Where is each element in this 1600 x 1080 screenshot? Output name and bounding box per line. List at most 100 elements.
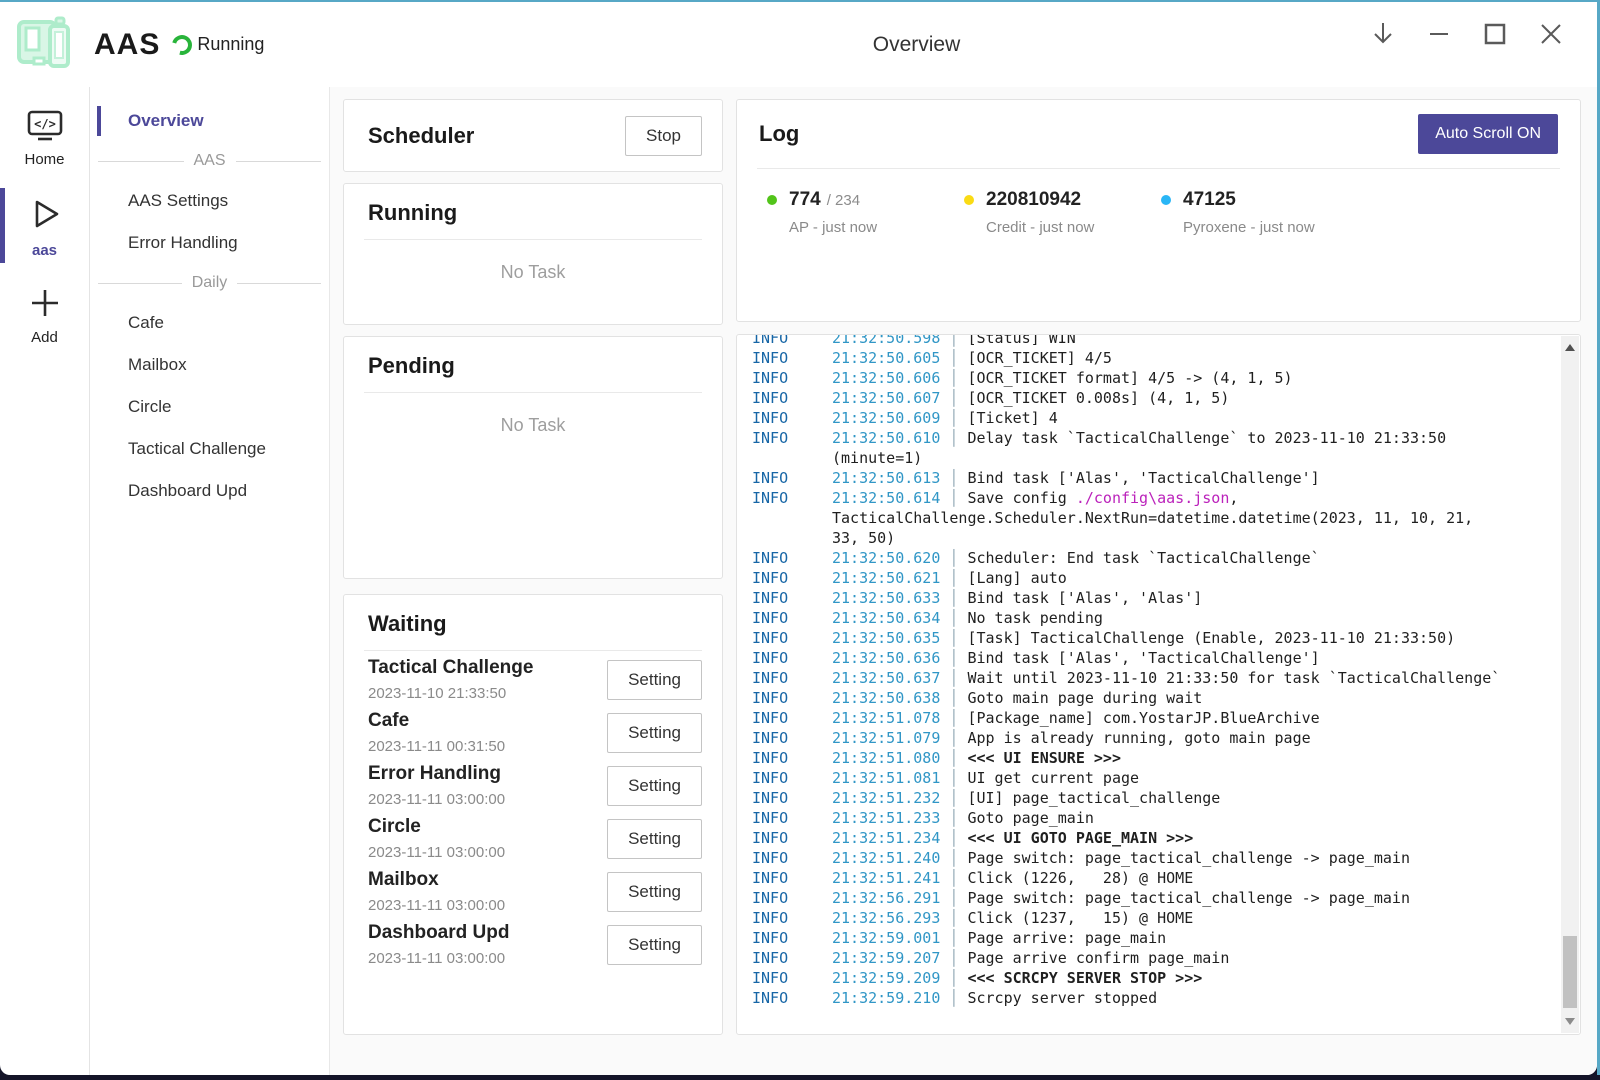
log-timestamp: 21:32:56.291	[832, 889, 940, 907]
rail-item-home[interactable]: </>Home	[0, 99, 89, 176]
sidebar-item-overview[interactable]: Overview	[90, 100, 329, 142]
log-message: 21:32:56.293 │ Click (1237, 15) @ HOME	[832, 908, 1508, 928]
log-text: Bind task ['Alas', 'Alas']	[967, 589, 1202, 607]
log-entry: INFO21:32:50.637 │ Wait until 2023-11-10…	[752, 668, 1508, 688]
log-separator: │	[940, 569, 967, 587]
log-timestamp: 21:32:50.635	[832, 629, 940, 647]
sidebar-item-error-handling[interactable]: Error Handling	[90, 222, 329, 264]
rail-item-add[interactable]: Add	[0, 275, 89, 354]
log-entry: INFO21:32:50.635 │ [Task] TacticalChalle…	[752, 628, 1508, 648]
sidebar-item-mailbox[interactable]: Mailbox	[90, 344, 329, 386]
log-message: 21:32:51.232 │ [UI] page_tactical_challe…	[832, 788, 1508, 808]
log-entry: INFO21:32:50.621 │ [Lang] auto	[752, 568, 1508, 588]
sidebar-item-circle[interactable]: Circle	[90, 386, 329, 428]
log-title: Log	[759, 121, 799, 147]
log-separator: │	[940, 335, 967, 347]
scrollbar-thumb[interactable]	[1563, 936, 1577, 1008]
setting-button[interactable]: Setting	[607, 925, 702, 965]
log-entry: INFO21:32:51.233 │ Goto page_main	[752, 808, 1508, 828]
scrollbar-up-icon[interactable]	[1565, 344, 1575, 351]
stat-value: 47125	[1183, 189, 1236, 211]
waiting-task-row: Circle2023-11-11 03:00:00 Setting	[368, 816, 702, 861]
log-level: INFO	[752, 708, 832, 728]
waiting-task-name: Tactical Challenge	[368, 657, 533, 679]
log-output[interactable]: INFO21:32:50.598 │ [Status] WININFO21:32…	[736, 334, 1581, 1035]
log-timestamp: 21:32:50.607	[832, 389, 940, 407]
log-level: INFO	[752, 548, 832, 568]
log-timestamp: 21:32:51.240	[832, 849, 940, 867]
log-entry: INFO21:32:50.614 │ Save config ./config\…	[752, 488, 1508, 548]
log-message: 21:32:51.078 │ [Package_name] com.Yostar…	[832, 708, 1508, 728]
log-message: 21:32:50.638 │ Goto main page during wai…	[832, 688, 1508, 708]
log-text: Bind task ['Alas', 'TacticalChallenge']	[967, 469, 1319, 487]
log-entry: INFO21:32:50.598 │ [Status] WIN	[752, 335, 1508, 348]
log-level: INFO	[752, 828, 832, 848]
log-timestamp: 21:32:59.210	[832, 989, 940, 1007]
setting-button[interactable]: Setting	[607, 766, 702, 806]
stat-value: 220810942	[986, 189, 1081, 211]
close-icon[interactable]	[1535, 18, 1567, 50]
log-timestamp: 21:32:51.241	[832, 869, 940, 887]
log-text: <<< UI GOTO PAGE_MAIN >>>	[967, 829, 1193, 847]
sidebar-item-aas-settings[interactable]: AAS Settings	[90, 180, 329, 222]
log-message: 21:32:51.240 │ Page switch: page_tactica…	[832, 848, 1508, 868]
log-level: INFO	[752, 728, 832, 748]
main-content: Scheduler Stop Running No Task Pending N…	[330, 87, 1597, 1075]
waiting-task-row: Dashboard Upd2023-11-11 03:00:00Setting	[368, 922, 702, 967]
log-message: 21:32:50.636 │ Bind task ['Alas', 'Tacti…	[832, 648, 1508, 668]
stat-suffix: / 234	[827, 192, 860, 209]
sidebar-item-tactical-challenge[interactable]: Tactical Challenge	[90, 428, 329, 470]
log-text: Scheduler: End task `TacticalChallenge`	[967, 549, 1319, 567]
sidebar-item-dashboard-upd[interactable]: Dashboard Upd	[90, 470, 329, 512]
maximize-icon[interactable]	[1479, 18, 1511, 50]
log-timestamp: 21:32:50.638	[832, 689, 940, 707]
sidebar-item-cafe[interactable]: Cafe	[90, 302, 329, 344]
log-separator: │	[940, 409, 967, 427]
log-entry: INFO21:32:59.210 │ Scrcpy server stopped	[752, 988, 1508, 1008]
log-timestamp: 21:32:50.636	[832, 649, 940, 667]
running-card: Running No Task	[343, 183, 723, 325]
stat-dot-icon	[1161, 195, 1171, 205]
waiting-task-info: Circle2023-11-11 03:00:00	[368, 816, 505, 861]
log-timestamp: 21:32:50.609	[832, 409, 940, 427]
setting-button[interactable]: Setting	[607, 819, 702, 859]
log-separator: │	[940, 769, 967, 787]
log-entry: INFO21:32:50.610 │ Delay task `TacticalC…	[752, 428, 1508, 468]
log-message: 21:32:50.620 │ Scheduler: End task `Tact…	[832, 548, 1508, 568]
update-arrow-icon[interactable]	[1367, 18, 1399, 50]
scrollbar-down-icon[interactable]	[1565, 1018, 1575, 1025]
icon-rail: </>Home aas Add	[0, 87, 90, 1075]
setting-button[interactable]: Setting	[607, 713, 702, 753]
auto-scroll-button[interactable]: Auto Scroll ON	[1418, 114, 1558, 154]
waiting-card: Waiting Tactical Challenge2023-11-10 21:…	[343, 594, 723, 1035]
log-separator: │	[940, 669, 967, 687]
stop-button[interactable]: Stop	[625, 116, 702, 156]
setting-button[interactable]: Setting	[607, 660, 702, 700]
log-timestamp: 21:32:50.614	[832, 489, 940, 507]
log-separator: │	[940, 389, 967, 407]
play-icon	[25, 194, 65, 239]
log-level: INFO	[752, 768, 832, 788]
log-level: INFO	[752, 668, 832, 688]
log-separator: │	[940, 909, 967, 927]
setting-button[interactable]: Setting	[607, 872, 702, 912]
app-name: AAS	[94, 28, 160, 62]
waiting-task-info: Cafe2023-11-11 00:31:50	[368, 710, 505, 755]
log-message: 21:32:50.633 │ Bind task ['Alas', 'Alas'…	[832, 588, 1508, 608]
minimize-icon[interactable]	[1423, 18, 1455, 50]
running-title: Running	[368, 200, 457, 225]
rail-item-aas[interactable]: aas	[0, 184, 89, 267]
log-entry: INFO21:32:51.234 │ <<< UI GOTO PAGE_MAIN…	[752, 828, 1508, 848]
running-spinner-icon	[169, 31, 196, 58]
log-text: Page switch: page_tactical_challenge -> …	[967, 849, 1410, 867]
log-timestamp: 21:32:56.293	[832, 909, 940, 927]
section-line	[236, 161, 322, 162]
log-scrollbar[interactable]	[1561, 336, 1579, 1033]
log-level: INFO	[752, 648, 832, 668]
log-message: 21:32:50.637 │ Wait until 2023-11-10 21:…	[832, 668, 1508, 688]
waiting-task-row: Mailbox2023-11-11 03:00:00Setting	[368, 869, 702, 914]
log-separator: │	[940, 989, 967, 1007]
svg-text:</>: </>	[34, 117, 56, 131]
log-message: 21:32:51.080 │ <<< UI ENSURE >>>	[832, 748, 1508, 768]
log-text: [Package_name] com.YostarJP.BlueArchive	[967, 709, 1319, 727]
